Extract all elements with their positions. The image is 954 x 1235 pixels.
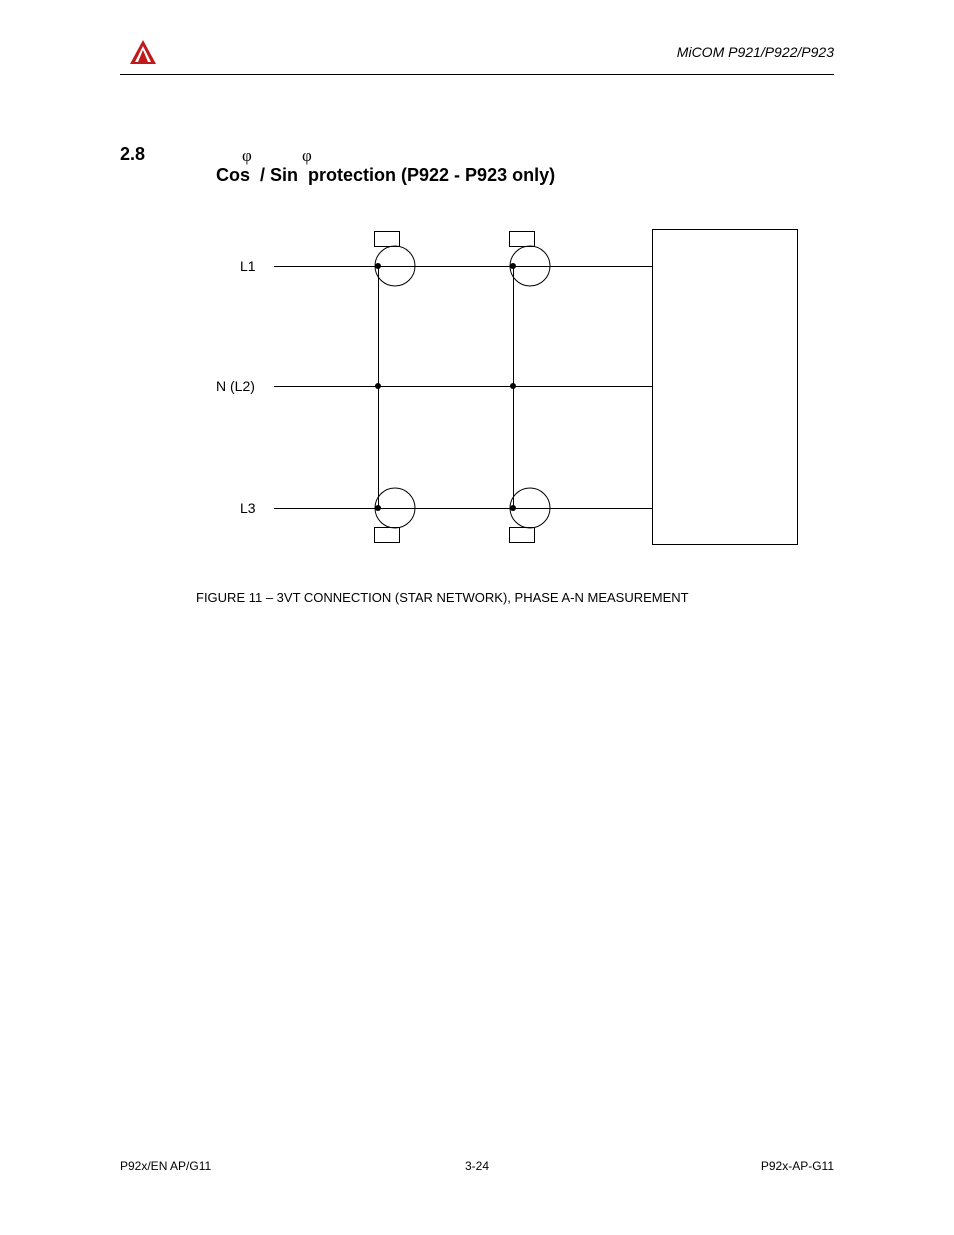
brand-triangle-icon <box>128 38 158 71</box>
rail-n <box>274 386 652 387</box>
footer-right: P92x-AP-G11 <box>761 1159 834 1173</box>
section-title-a: Cos / Sin protection (P922 - P923 only) <box>216 165 555 185</box>
ct-circle-3 <box>375 488 416 529</box>
ct-tab-4 <box>509 527 535 543</box>
rail-label-l3: L3 <box>240 500 256 516</box>
ct-circle-2 <box>510 246 551 287</box>
ct-tab-1 <box>374 231 400 247</box>
rail-l3 <box>274 508 652 509</box>
ct-tab-2 <box>509 231 535 247</box>
rail-label-n: N (L2) <box>216 378 255 394</box>
section-number: 2.8 <box>120 144 145 165</box>
rail-label-l1: L1 <box>240 258 256 274</box>
connection-diagram: L1 N (L2) L3 <box>196 206 826 586</box>
ct-circle-1 <box>375 246 416 287</box>
ct-tab-3 <box>374 527 400 543</box>
node-3 <box>375 383 381 389</box>
phi-2: φ <box>302 146 312 166</box>
footer-page: 3-24 <box>465 1159 489 1173</box>
rail-l1 <box>274 266 652 267</box>
node-4 <box>510 383 516 389</box>
ct-circle-4 <box>510 488 551 529</box>
header-product: MiCOM P921/P922/P923 <box>677 44 834 60</box>
relay-block <box>652 229 798 545</box>
phi-1: φ <box>242 146 252 166</box>
header-rule <box>120 74 834 75</box>
figure-caption: FIGURE 11 – 3VT CONNECTION (STAR NETWORK… <box>196 590 826 605</box>
footer-left: P92x/EN AP/G11 <box>120 1159 211 1173</box>
